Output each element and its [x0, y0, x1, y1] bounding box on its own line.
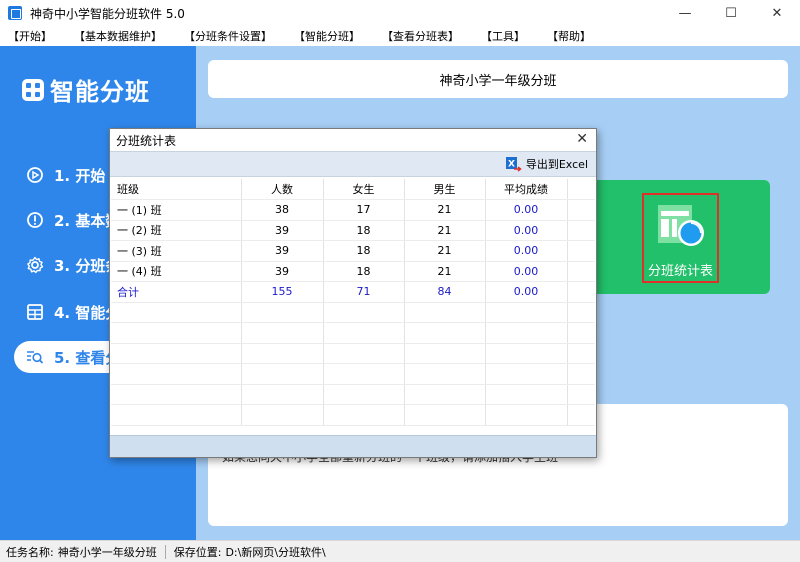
play-circle-icon	[26, 166, 44, 184]
cell-male: 21	[404, 261, 486, 282]
svg-text:X: X	[508, 160, 515, 170]
cell-filler	[567, 199, 595, 221]
cell-average: 0.00	[485, 220, 568, 241]
cell-total-label: 合计	[111, 281, 242, 303]
empty-row	[111, 384, 595, 405]
statistics-dialog: 分班统计表 ✕ X 导出到Excel 班级 人数 女生 男生 平均成绩 一 (1…	[109, 128, 597, 458]
cell-count: 39	[241, 261, 324, 282]
brand-logo-icon	[22, 78, 44, 101]
cell-count: 38	[241, 199, 324, 221]
cell-average: 0.00	[485, 199, 568, 221]
task-name-label: 任务名称:	[6, 545, 54, 559]
minimize-button[interactable]: —	[662, 0, 708, 26]
save-location-label: 保存位置:	[173, 545, 222, 559]
class-statistics-button[interactable]: 分班统计表	[642, 193, 719, 283]
col-header-count[interactable]: 人数	[241, 179, 324, 200]
app-icon	[8, 6, 22, 20]
empty-row	[111, 363, 595, 385]
table-row[interactable]: 一 (4) 班 39 18 21 0.00	[111, 261, 595, 282]
table-row[interactable]: 一 (3) 班 39 18 21 0.00	[111, 240, 595, 262]
col-header-female[interactable]: 女生	[323, 179, 405, 200]
cell-class: 一 (3) 班	[111, 240, 242, 262]
task-name-value: 神奇小学一年级分班	[57, 545, 157, 559]
page-title: 神奇小学一年级分班	[208, 60, 788, 98]
table-row[interactable]: 一 (2) 班 39 18 21 0.00	[111, 220, 595, 241]
cell-male: 21	[404, 199, 486, 221]
menu-tools[interactable]: 【工具】	[481, 28, 525, 44]
cell-total-count: 155	[241, 281, 324, 303]
info-circle-icon	[26, 211, 44, 229]
cell-female: 18	[323, 261, 405, 282]
menu-smart-assign[interactable]: 【智能分班】	[294, 28, 360, 44]
col-header-average[interactable]: 平均成绩	[485, 179, 568, 200]
menu-view-tables[interactable]: 【查看分班表】	[382, 28, 459, 44]
search-list-icon	[26, 348, 44, 366]
calculator-icon	[26, 303, 44, 321]
cell-filler	[567, 281, 595, 303]
dialog-close-button[interactable]: ✕	[576, 131, 588, 147]
table-header-row: 班级 人数 女生 男生 平均成绩	[111, 179, 595, 200]
table-chart-icon	[655, 203, 707, 252]
cell-male: 21	[404, 220, 486, 241]
status-divider	[164, 544, 166, 559]
excel-export-icon: X	[505, 155, 523, 173]
empty-row	[111, 322, 595, 344]
col-header-filler	[567, 179, 595, 200]
dialog-toolbar: X 导出到Excel	[110, 151, 596, 177]
cell-total-average: 0.00	[485, 281, 568, 303]
empty-row	[111, 302, 595, 323]
status-bar: 任务名称: 神奇小学一年级分班 保存位置: D:\新网页\分班软件\	[0, 540, 800, 562]
dialog-titlebar: 分班统计表 ✕	[110, 129, 596, 151]
window-title: 神奇中小学智能分班软件 5.0	[30, 6, 185, 21]
dialog-title: 分班统计表	[116, 133, 177, 148]
close-button[interactable]: ✕	[754, 0, 800, 26]
maximize-button[interactable]: ☐	[708, 0, 754, 26]
class-statistics-label: 分班统计表	[647, 264, 713, 279]
cell-average: 0.00	[485, 240, 568, 262]
cell-female: 17	[323, 199, 405, 221]
menu-conditions[interactable]: 【分班条件设置】	[184, 28, 272, 44]
table-row[interactable]: 一 (1) 班 38 17 21 0.00	[111, 199, 595, 221]
table-total-row[interactable]: 合计 155 71 84 0.00	[111, 281, 595, 303]
title-bar: 神奇中小学智能分班软件 5.0 — ☐ ✕	[0, 0, 800, 26]
menu-start[interactable]: 【开始】	[8, 28, 52, 44]
brand-title: 智能分班	[50, 78, 150, 106]
empty-row	[111, 343, 595, 364]
cell-average: 0.00	[485, 261, 568, 282]
cell-count: 39	[241, 220, 324, 241]
export-excel-label: 导出到Excel	[525, 158, 588, 171]
cell-count: 39	[241, 240, 324, 262]
sidebar-item-label: 1. 开始	[54, 166, 106, 185]
cell-class: 一 (1) 班	[111, 199, 242, 221]
statistics-table: 班级 人数 女生 男生 平均成绩 一 (1) 班 38 17 21 0.00 一…	[111, 179, 595, 426]
cell-filler	[567, 220, 595, 241]
menu-basic-data[interactable]: 【基本数据维护】	[74, 28, 162, 44]
col-header-male[interactable]: 男生	[404, 179, 486, 200]
export-excel-button[interactable]: X 导出到Excel	[505, 155, 588, 173]
cell-female: 18	[323, 240, 405, 262]
menu-bar: 【开始】 【基本数据维护】 【分班条件设置】 【智能分班】 【查看分班表】 【工…	[0, 26, 800, 46]
menu-help[interactable]: 【帮助】	[547, 28, 591, 44]
cell-female: 18	[323, 220, 405, 241]
dialog-footer	[110, 435, 596, 457]
cell-total-female: 71	[323, 281, 405, 303]
gear-icon	[26, 256, 44, 274]
window-controls: — ☐ ✕	[662, 0, 800, 26]
statistics-grid: 班级 人数 女生 男生 平均成绩 一 (1) 班 38 17 21 0.00 一…	[111, 179, 595, 435]
save-location-value: D:\新网页\分班软件\	[225, 545, 326, 559]
cell-filler	[567, 240, 595, 262]
cell-class: 一 (4) 班	[111, 261, 242, 282]
cell-filler	[567, 261, 595, 282]
col-header-class[interactable]: 班级	[111, 179, 242, 200]
cell-total-male: 84	[404, 281, 486, 303]
cell-male: 21	[404, 240, 486, 262]
brand: 智能分班	[22, 72, 150, 107]
empty-row	[111, 404, 595, 426]
cell-class: 一 (2) 班	[111, 220, 242, 241]
